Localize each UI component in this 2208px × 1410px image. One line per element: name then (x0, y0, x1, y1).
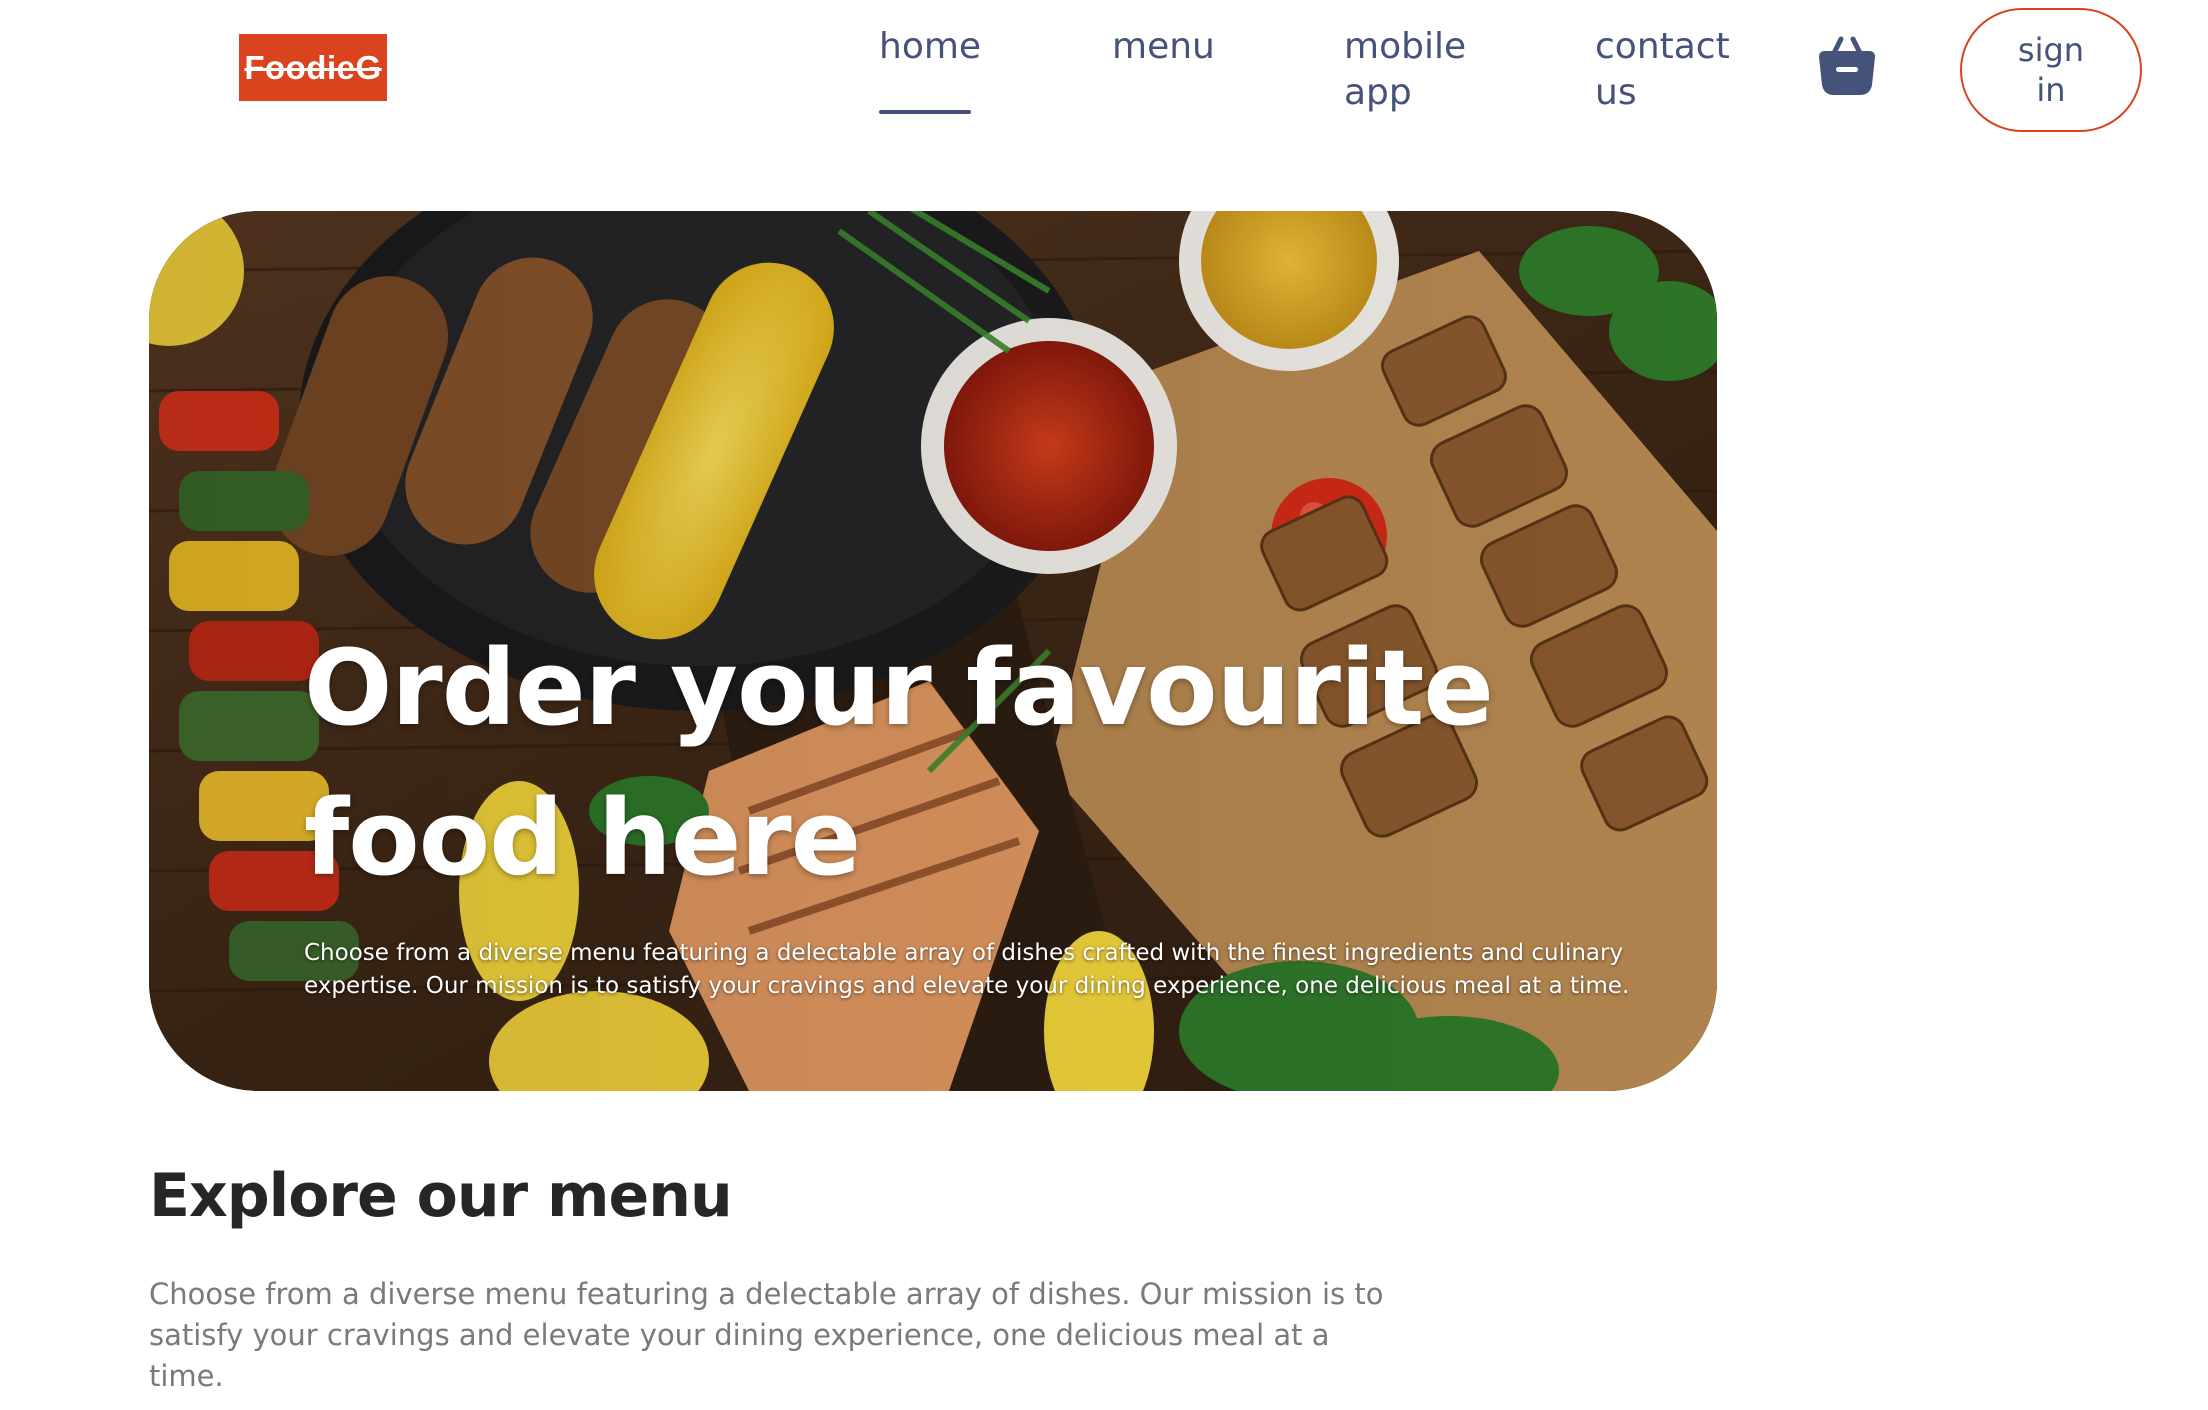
nav-mobile-app[interactable]: mobile app (1344, 24, 1474, 116)
nav-home[interactable]: home (879, 24, 981, 70)
hero-banner: Order your favourite food here Choose fr… (149, 211, 1717, 1091)
nav-contact-us[interactable]: contact us (1595, 24, 1735, 116)
explore-menu-title: Explore our menu (149, 1161, 733, 1231)
hero-title: Order your favourite food here (304, 627, 1494, 899)
logo[interactable]: FoodieG (239, 34, 387, 101)
hero-description: Choose from a diverse menu featuring a d… (304, 940, 1630, 999)
nav-active-indicator (879, 110, 971, 114)
explore-menu-description: Choose from a diverse menu featuring a d… (149, 1277, 1384, 1393)
nav-menu[interactable]: menu (1112, 24, 1215, 70)
sign-in-button[interactable]: sign in (1960, 8, 2142, 132)
basket-icon[interactable] (1815, 33, 1879, 99)
logo-text: FoodieG (244, 48, 382, 86)
